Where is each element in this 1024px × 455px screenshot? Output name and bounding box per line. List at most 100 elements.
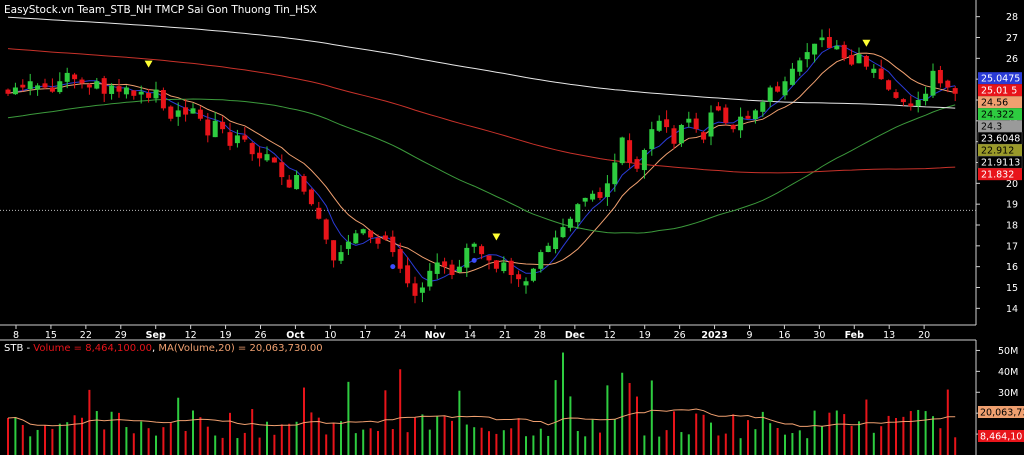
candle [271, 156, 277, 163]
volume-bar [488, 431, 490, 455]
candle-body [553, 237, 559, 250]
date-tick-label: 30 [813, 330, 825, 341]
candle-body [767, 87, 773, 102]
price-value-label-text: 25.0475 [981, 74, 1020, 85]
candle-body [530, 268, 536, 281]
volume-bar [29, 436, 32, 455]
candle-body [456, 266, 462, 273]
candle [886, 79, 892, 91]
candle-body [294, 175, 300, 190]
price-value-label-text: 21.832 [981, 170, 1014, 181]
volume-bar [843, 414, 846, 455]
volume-last-label: 8,464,10 [978, 430, 1024, 443]
candle-body [434, 262, 440, 274]
date-tick-label: Sep [146, 330, 166, 341]
candle-body [109, 85, 115, 94]
candle-body [797, 60, 803, 72]
candle-body [686, 118, 692, 123]
candle-body [923, 93, 929, 102]
volume-tick-label: 40M [998, 367, 1018, 378]
candle-body [301, 176, 307, 192]
candle-body [723, 107, 729, 123]
volume-bar [658, 436, 661, 455]
candle-body [101, 78, 107, 94]
date-tick-label: 2023 [701, 330, 727, 341]
candle-body [479, 246, 485, 255]
candle-body [5, 89, 11, 94]
date-tick-label: 19 [639, 330, 651, 341]
price-value-label: 24.56 [978, 96, 1022, 109]
volume-bar [229, 412, 231, 455]
date-tick-label: 21 [499, 330, 511, 341]
candle-body [405, 265, 411, 284]
volume-bar [554, 380, 557, 455]
volume-legend-series: Volume = 8,464,100.00 [33, 343, 152, 354]
volume-bar [14, 416, 17, 455]
candle-body [279, 162, 285, 178]
date-tick-label: 22 [80, 330, 92, 341]
volume-bar [576, 431, 579, 455]
candle-body [190, 108, 196, 114]
candle-body [212, 120, 218, 138]
candle-body [804, 52, 810, 60]
candle-body [671, 128, 677, 144]
volume-bar [517, 418, 520, 455]
volume-bar [58, 423, 61, 455]
date-tick-label: 9 [746, 330, 752, 341]
volume-bar [206, 426, 209, 455]
candle-body [486, 255, 492, 261]
candle-body [308, 189, 314, 205]
candle-body [878, 68, 884, 80]
candle-body [678, 125, 684, 144]
volume-bar [806, 438, 809, 455]
volume-bar [539, 428, 542, 455]
candle-body [20, 84, 26, 88]
volume-bar [747, 420, 749, 455]
candle-body [745, 115, 751, 119]
date-tick-label: 26 [674, 330, 686, 341]
volume-bar [169, 423, 172, 455]
volume-bar [147, 428, 150, 455]
volume-tick-label: 30M [998, 388, 1018, 399]
volume-bar [214, 435, 217, 455]
volume-bar [821, 426, 823, 455]
volume-bar [695, 413, 698, 455]
volume-bar [21, 424, 24, 455]
volume-bar [332, 423, 335, 455]
volume-bar [369, 428, 372, 455]
volume-bar [192, 410, 194, 455]
volume-bar [73, 415, 76, 455]
volume-bar [761, 411, 764, 455]
candle-body [271, 157, 277, 163]
candle-body [57, 81, 63, 93]
volume-bar [628, 383, 631, 455]
candle-body [323, 219, 329, 240]
candle-body [390, 236, 396, 253]
volume-bar [643, 435, 646, 455]
candle-body [819, 37, 825, 41]
price-tick-label: 16 [1006, 262, 1018, 273]
volume-bar [436, 416, 439, 455]
date-tick-label: 13 [883, 330, 895, 341]
date-tick-label: Oct [286, 330, 305, 341]
candle-body [160, 90, 166, 109]
date-tick-label: Feb [845, 330, 865, 341]
volume-bar [702, 414, 705, 455]
candle-body [419, 287, 425, 293]
chart-title: EasyStock.vn Team_STB_NH TMCP Sai Gon Th… [4, 4, 317, 16]
volume-bar [680, 432, 683, 455]
candle-body [627, 140, 633, 163]
volume-bar [7, 417, 9, 455]
volume-bar [828, 412, 831, 455]
candle-body [286, 179, 292, 188]
candle-body [930, 70, 936, 96]
candle-body [197, 109, 203, 119]
volume-bar [621, 372, 624, 455]
volume-bar [924, 411, 927, 455]
date-tick-label: 15 [45, 330, 57, 341]
volume-tick-label: 50M [998, 346, 1018, 357]
volume-bar [502, 430, 505, 455]
candle-body [397, 249, 403, 269]
candle-body [649, 129, 655, 150]
volume-bar [776, 427, 779, 455]
